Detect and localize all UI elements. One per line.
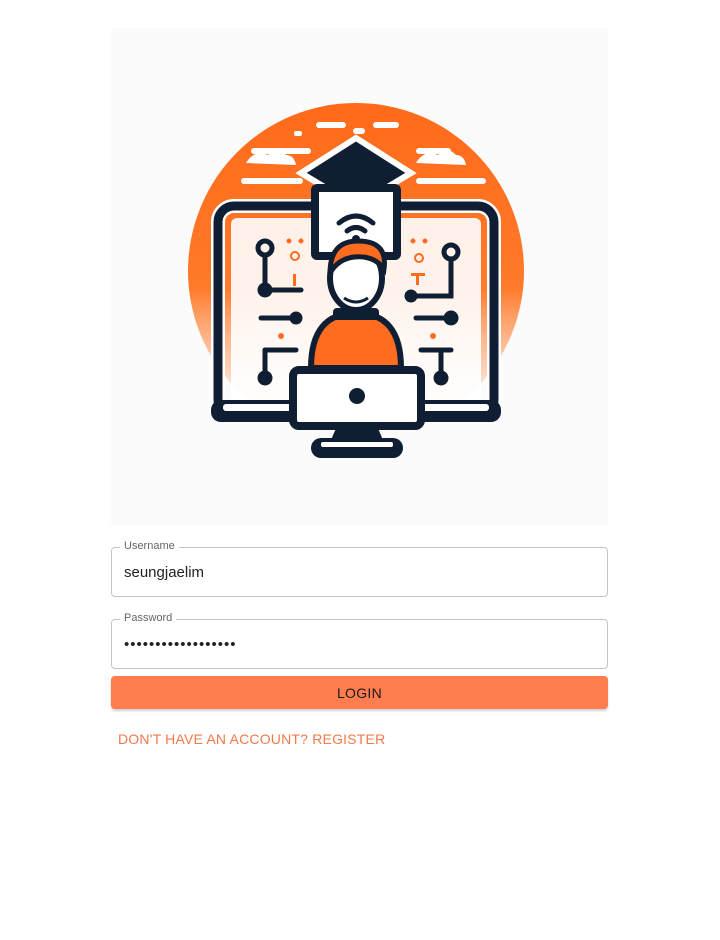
username-field[interactable]: Username [111,539,608,597]
password-field[interactable]: Password [111,611,608,669]
username-input[interactable] [111,547,608,597]
register-link[interactable]: DON'T HAVE AN ACCOUNT? REGISTER [118,731,385,747]
elearning-logo-icon [188,103,524,458]
password-input[interactable] [111,619,608,669]
login-page: Username Password LOGIN DON'T HAVE AN AC… [111,28,608,749]
app-logo [111,28,608,525]
login-button[interactable]: LOGIN [111,676,608,709]
